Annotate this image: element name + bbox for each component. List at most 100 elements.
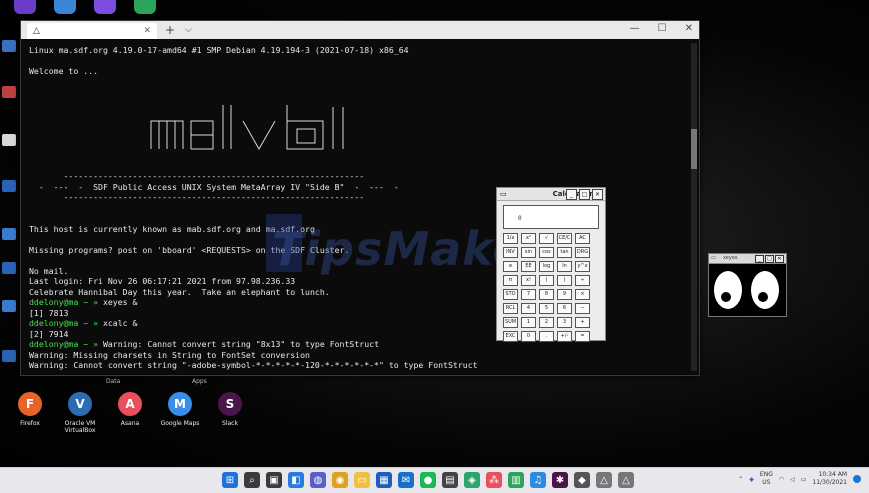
calculator-key[interactable]: SUM bbox=[503, 317, 518, 328]
battery-icon[interactable]: ▭ bbox=[801, 476, 807, 483]
desktop-edge-icon[interactable] bbox=[2, 134, 16, 146]
desktop-edge-icon[interactable] bbox=[2, 86, 16, 98]
maximize-icon[interactable]: ☐ bbox=[658, 23, 667, 34]
mail-icon[interactable]: ✉ bbox=[398, 472, 414, 488]
calculator-key[interactable]: ( bbox=[539, 275, 554, 286]
calculator-key[interactable]: = bbox=[575, 331, 590, 342]
sheets-icon[interactable]: ▥ bbox=[508, 472, 524, 488]
calculator-window[interactable]: ▭ Calculator _ □ ✕ 0 1/xx²√CE/CAC INVsinc… bbox=[496, 187, 606, 342]
wifi-icon[interactable]: ◠ bbox=[779, 476, 784, 483]
calculator-key[interactable]: tan bbox=[557, 247, 572, 258]
calculator-key[interactable]: ln bbox=[557, 261, 572, 272]
calculator-key[interactable]: +/- bbox=[557, 331, 572, 342]
maximize-icon[interactable]: □ bbox=[579, 189, 590, 200]
minimize-icon[interactable]: _ bbox=[755, 255, 764, 263]
calculator-key[interactable]: + bbox=[575, 317, 590, 328]
calculator-key[interactable]: EXC bbox=[503, 331, 518, 342]
notification-icon[interactable] bbox=[853, 475, 861, 483]
calculator-key[interactable]: INV bbox=[503, 247, 518, 258]
widgets-icon[interactable]: ◧ bbox=[288, 472, 304, 488]
chat-icon[interactable]: ◍ bbox=[310, 472, 326, 488]
calculator-key[interactable]: 2 bbox=[539, 317, 554, 328]
scrollbar[interactable] bbox=[691, 43, 697, 371]
maximize-icon[interactable]: □ bbox=[765, 255, 774, 263]
desktop-app-oracle-vm-virtualbox[interactable]: V Oracle VM VirtualBox bbox=[60, 392, 100, 434]
calculator-key[interactable]: 1/x bbox=[503, 233, 518, 244]
security-icon[interactable]: ◆ bbox=[749, 476, 754, 483]
calculator-key[interactable]: 6 bbox=[557, 303, 572, 314]
calculator-key[interactable]: cos bbox=[539, 247, 554, 258]
task-view-icon[interactable]: ▣ bbox=[266, 472, 282, 488]
linux-icon[interactable]: ◆ bbox=[574, 472, 590, 488]
calculator-key[interactable]: log bbox=[539, 261, 554, 272]
calculator-key[interactable]: 8 bbox=[539, 289, 554, 300]
scrollbar-thumb[interactable] bbox=[691, 129, 697, 169]
calculator-key[interactable]: sin bbox=[521, 247, 536, 258]
calculator-key[interactable]: 5 bbox=[539, 303, 554, 314]
calculator-key[interactable]: ÷ bbox=[575, 275, 590, 286]
desktop-app-asana[interactable]: A Asana bbox=[110, 392, 150, 434]
calculator-key[interactable]: y^x bbox=[575, 261, 590, 272]
terminal-tab[interactable]: △ ✕ bbox=[27, 23, 157, 39]
chevron-down-icon[interactable]: ⌵ bbox=[185, 25, 192, 35]
language-indicator[interactable]: ENG US bbox=[760, 471, 773, 487]
calculator-key[interactable]: × bbox=[575, 289, 590, 300]
desktop-edge-icon[interactable] bbox=[2, 228, 16, 240]
slack-app-icon[interactable]: ✱ bbox=[552, 472, 568, 488]
calculator-key[interactable]: 9 bbox=[557, 289, 572, 300]
close-icon[interactable]: ✕ bbox=[775, 255, 784, 263]
desktop-app-slack[interactable]: S Slack bbox=[210, 392, 250, 434]
calculator-key[interactable]: π bbox=[503, 275, 518, 286]
calculator-key[interactable]: 1 bbox=[521, 317, 536, 328]
desktop-app-firefox[interactable]: F Firefox bbox=[10, 392, 50, 434]
calculator-key[interactable]: 0 bbox=[521, 331, 536, 342]
calculator-key[interactable]: STO bbox=[503, 289, 518, 300]
calculator-key[interactable]: 7 bbox=[521, 289, 536, 300]
chevron-up-icon[interactable]: ⌃ bbox=[738, 476, 743, 483]
search-icon[interactable]: ⌕ bbox=[244, 472, 260, 488]
maps-app-icon[interactable]: ◈ bbox=[464, 472, 480, 488]
chrome-icon[interactable]: ◉ bbox=[332, 472, 348, 488]
desktop-edge-icon[interactable] bbox=[2, 262, 16, 274]
terminal-app-icon[interactable]: ▤ bbox=[442, 472, 458, 488]
windows-start-icon[interactable]: ⊞ bbox=[222, 472, 238, 488]
file-explorer-icon[interactable]: ▭ bbox=[354, 472, 370, 488]
calculator-key[interactable]: RCL bbox=[503, 303, 518, 314]
calculator-key[interactable]: AC bbox=[575, 233, 590, 244]
spotify-icon[interactable]: ● bbox=[420, 472, 436, 488]
close-icon[interactable]: ✕ bbox=[592, 189, 603, 200]
calculator-key[interactable]: EE bbox=[521, 261, 536, 272]
minimize-icon[interactable]: _ bbox=[566, 189, 577, 200]
calculator-key[interactable]: 3 bbox=[557, 317, 572, 328]
minimize-icon[interactable]: — bbox=[630, 23, 640, 34]
calculator-titlebar[interactable]: ▭ Calculator _ □ ✕ bbox=[497, 188, 605, 201]
volume-icon[interactable]: ◁ bbox=[790, 476, 795, 483]
desktop-edge-icon[interactable] bbox=[2, 300, 16, 312]
asana-app-icon[interactable]: ⁂ bbox=[486, 472, 502, 488]
store-icon[interactable]: ▦ bbox=[376, 472, 392, 488]
calculator-key[interactable]: e bbox=[503, 261, 518, 272]
desktop-edge-icon[interactable] bbox=[2, 180, 16, 192]
calculator-key[interactable]: . bbox=[539, 331, 554, 342]
terminal-titlebar[interactable]: △ ✕ + ⌵ — ☐ ✕ bbox=[21, 21, 699, 39]
calculator-key[interactable]: DRG bbox=[575, 247, 590, 258]
music-icon[interactable]: ♫ bbox=[530, 472, 546, 488]
calculator-key[interactable]: − bbox=[575, 303, 590, 314]
calculator-key[interactable]: CE/C bbox=[557, 233, 572, 244]
close-icon[interactable]: ✕ bbox=[685, 23, 693, 34]
new-tab-icon[interactable]: + bbox=[165, 23, 175, 37]
xeyes-titlebar[interactable]: ▭ xeyes _ □ ✕ bbox=[709, 254, 786, 264]
close-tab-icon[interactable]: ✕ bbox=[143, 26, 151, 36]
clock[interactable]: 10:34 AM 11/30/2021 bbox=[812, 471, 847, 487]
calculator-key[interactable]: √ bbox=[539, 233, 554, 244]
calculator-key[interactable]: 4 bbox=[521, 303, 536, 314]
xeyes-window[interactable]: ▭ xeyes _ □ ✕ bbox=[708, 253, 787, 317]
warning-app-icon[interactable]: △ bbox=[596, 472, 612, 488]
calculator-key[interactable]: x! bbox=[521, 275, 536, 286]
warning-app-icon-2[interactable]: △ bbox=[618, 472, 634, 488]
desktop-edge-icon[interactable] bbox=[2, 40, 16, 52]
calculator-key[interactable]: ) bbox=[557, 275, 572, 286]
desktop-app-google-maps[interactable]: M Google Maps bbox=[160, 392, 200, 434]
calculator-key[interactable]: x² bbox=[521, 233, 536, 244]
desktop-edge-icon[interactable] bbox=[2, 350, 16, 362]
